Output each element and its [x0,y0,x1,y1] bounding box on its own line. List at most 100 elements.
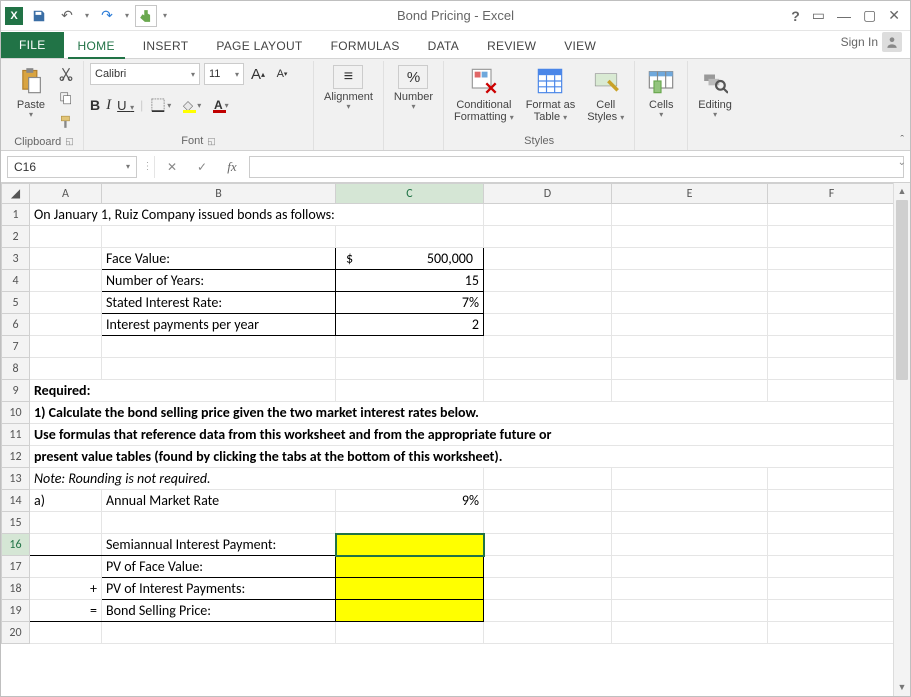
row-header[interactable]: 11 [2,424,30,446]
row-header[interactable]: 19 [2,600,30,622]
cell[interactable]: Use formulas that reference data from th… [30,424,894,446]
cell[interactable] [30,226,102,248]
ribbon-display-options-icon[interactable]: ▭ [812,7,825,24]
cell[interactable] [484,292,612,314]
cell[interactable] [30,622,102,644]
formula-input[interactable] [249,156,904,178]
cell[interactable]: Semiannual Interest Payment: [102,534,336,556]
cell[interactable] [336,226,484,248]
expand-formula-bar-icon[interactable]: ⌄ [898,157,906,168]
cell[interactable] [768,578,894,600]
cell[interactable] [768,622,894,644]
row-header[interactable]: 12 [2,446,30,468]
cell[interactable] [612,336,768,358]
tab-review[interactable]: REVIEW [473,33,550,58]
cell[interactable] [484,490,612,512]
cell[interactable] [612,534,768,556]
cell[interactable] [484,600,612,622]
tab-file[interactable]: FILE [1,32,64,58]
redo-icon[interactable]: ↷ [95,4,119,28]
row-header[interactable]: 5 [2,292,30,314]
cell[interactable] [484,578,612,600]
cell[interactable] [30,358,102,380]
cell[interactable] [336,336,484,358]
cell[interactable] [612,600,768,622]
name-box[interactable]: C16▾ [7,156,137,178]
cell[interactable] [484,336,612,358]
cell[interactable] [484,468,612,490]
conditional-formatting-button[interactable]: Conditional Formatting ▾ [450,63,518,125]
touch-mode-icon[interactable] [135,5,157,27]
col-header[interactable]: B [102,184,336,204]
editing-button[interactable]: Editing▾ [694,63,736,122]
cell[interactable] [336,578,484,600]
cell[interactable]: Number of Years: [102,270,336,292]
cell[interactable] [612,578,768,600]
row-header[interactable]: 1 [2,204,30,226]
cell[interactable] [336,358,484,380]
cell[interactable] [484,512,612,534]
cell[interactable]: Face Value: [102,248,336,270]
cut-icon[interactable] [55,63,77,85]
cell[interactable] [768,490,894,512]
row-header[interactable]: 20 [2,622,30,644]
underline-button[interactable]: U ▾ [117,98,134,113]
cell[interactable]: 7% [336,292,484,314]
col-header[interactable]: C [336,184,484,204]
cell[interactable] [768,600,894,622]
copy-icon[interactable] [55,87,77,109]
cell[interactable]: PV of Face Value: [102,556,336,578]
cell[interactable] [768,248,894,270]
col-header[interactable]: E [612,184,768,204]
cells-button[interactable]: Cells▾ [641,63,681,122]
scroll-thumb[interactable] [896,200,908,380]
grid[interactable]: ◢ A B C D E F ( 1 On January 1, Ruiz Com… [1,183,893,696]
borders-button[interactable]: ▾ [149,95,173,115]
cell[interactable] [768,270,894,292]
worksheet[interactable]: ◢ A B C D E F ( 1 On January 1, Ruiz Com… [1,183,893,644]
cell[interactable] [768,468,894,490]
format-as-table-button[interactable]: Format as Table ▾ [522,63,580,125]
cell[interactable] [30,314,102,336]
row-header[interactable]: 6 [2,314,30,336]
cell[interactable] [30,336,102,358]
tab-insert[interactable]: INSERT [129,33,203,58]
italic-button[interactable]: I [106,97,111,114]
format-painter-icon[interactable] [55,111,77,133]
insert-function-icon[interactable]: fx [219,156,245,178]
scroll-up-icon[interactable]: ▲ [894,183,910,200]
row-header[interactable]: 18 [2,578,30,600]
row-header[interactable]: 14 [2,490,30,512]
font-color-button[interactable]: A ▾ [209,95,233,115]
cell[interactable]: $500,000 [336,248,484,270]
cell[interactable]: Interest payments per year [102,314,336,336]
cell[interactable] [768,314,894,336]
help-icon[interactable]: ? [791,8,800,24]
cell[interactable]: = [30,600,102,622]
cell[interactable] [484,248,612,270]
cell[interactable]: 15 [336,270,484,292]
cell[interactable] [612,468,768,490]
bold-button[interactable]: B [90,97,100,113]
close-icon[interactable]: ✕ [888,7,900,24]
fill-color-button[interactable]: ▾ [179,95,203,115]
cell[interactable] [484,534,612,556]
cell[interactable]: + [30,578,102,600]
decrease-font-icon[interactable]: A▾ [272,63,292,85]
cell[interactable] [484,622,612,644]
cell[interactable] [768,380,894,402]
paste-button[interactable]: Paste▾ [11,63,51,122]
cell[interactable] [336,380,484,402]
cell[interactable] [612,380,768,402]
undo-dropdown-icon[interactable]: ▾ [83,11,91,20]
collapse-ribbon-icon[interactable]: ˆ [900,134,904,146]
row-header[interactable]: 4 [2,270,30,292]
scroll-down-icon[interactable]: ▼ [894,679,910,696]
vertical-scrollbar[interactable]: ▲ ▼ [893,183,910,696]
row-header[interactable]: 16 [2,534,30,556]
cell[interactable] [612,292,768,314]
undo-icon[interactable]: ↶ [55,4,79,28]
cell[interactable] [768,358,894,380]
row-header[interactable]: 10 [2,402,30,424]
cell[interactable]: Note: Rounding is not required. [30,468,484,490]
